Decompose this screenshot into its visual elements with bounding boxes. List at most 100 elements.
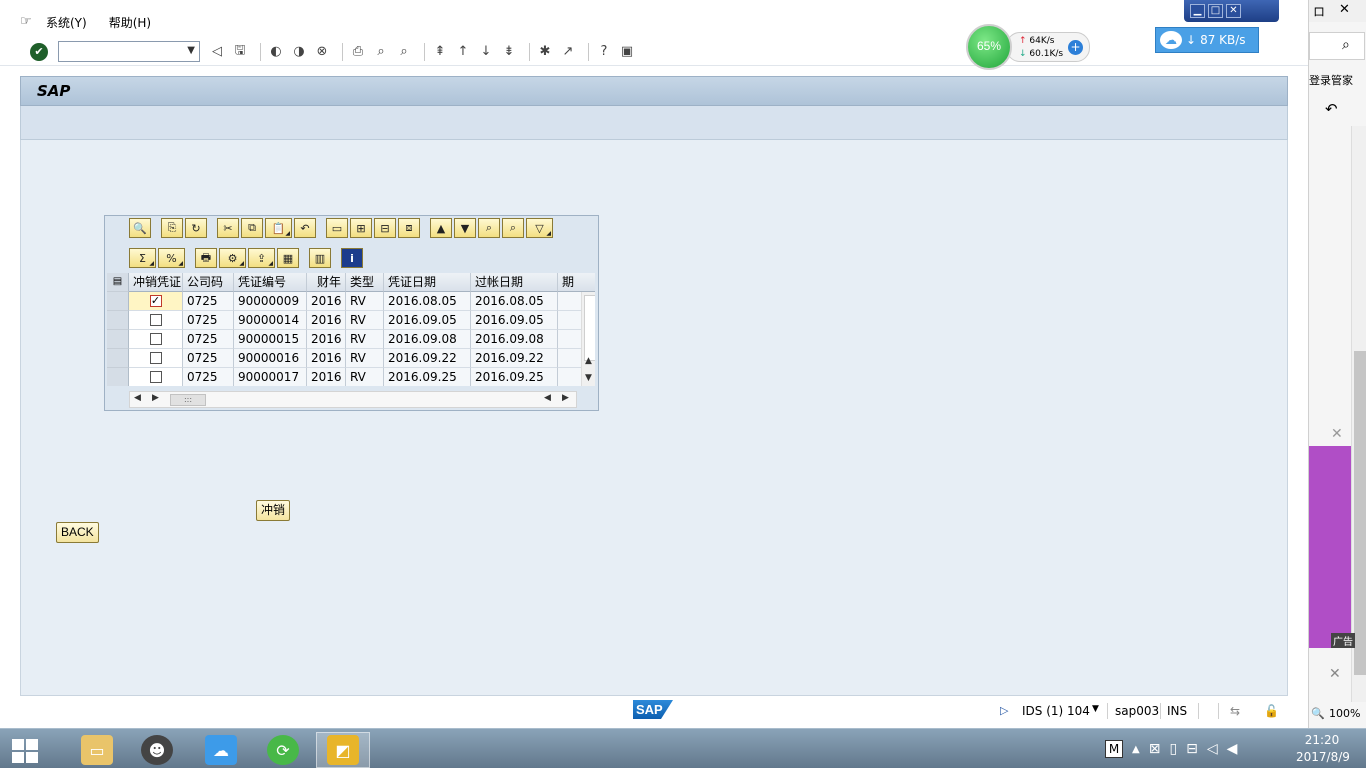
column-header[interactable]: 期 bbox=[558, 273, 595, 292]
row-selector[interactable] bbox=[107, 311, 129, 330]
taskbar-app-refresh[interactable]: ⟳ bbox=[256, 732, 310, 768]
scroll-right-icon[interactable]: ▶ bbox=[152, 393, 159, 403]
taskbar-app-file-explorer[interactable]: ▭ bbox=[70, 732, 124, 768]
refresh-icon[interactable]: ↻ bbox=[185, 218, 207, 238]
reverse-checkbox-cell[interactable]: ✓ bbox=[129, 292, 183, 311]
column-header[interactable]: 凭证日期 bbox=[384, 273, 471, 292]
table-row[interactable]: 0725 90000016 2016 RV 2016.09.22 2016.09.22 bbox=[107, 349, 595, 368]
menu-item-system[interactable]: 系统(Y) bbox=[46, 14, 87, 31]
views-icon[interactable]: ⚙ bbox=[219, 248, 246, 268]
zoom-icon[interactable]: 🔍 bbox=[1311, 707, 1325, 720]
search-icon[interactable]: ⌕ bbox=[1342, 37, 1350, 53]
device-icon[interactable]: ▯ bbox=[1169, 741, 1177, 757]
undo-icon[interactable]: ↶ bbox=[294, 218, 316, 238]
scroll-left-icon[interactable]: ◀ bbox=[134, 393, 141, 403]
new-row-icon[interactable]: ▭ bbox=[326, 218, 348, 238]
ime-indicator[interactable]: M bbox=[1105, 740, 1123, 758]
table-row[interactable]: 0725 90000015 2016 RV 2016.09.08 2016.09.08 bbox=[107, 330, 595, 349]
subtotal-icon[interactable]: % bbox=[158, 248, 185, 268]
column-header[interactable]: 凭证编号 bbox=[234, 273, 307, 292]
previous-page-icon[interactable]: ↑ bbox=[454, 43, 472, 61]
close-icon[interactable]: ✕ bbox=[1329, 666, 1341, 682]
taskbar-app-photo[interactable]: ☻ bbox=[130, 732, 184, 768]
reverse-checkbox[interactable] bbox=[149, 333, 162, 345]
reverse-checkbox[interactable] bbox=[149, 371, 162, 383]
reverse-checkbox-cell[interactable] bbox=[129, 330, 183, 349]
row-selector[interactable] bbox=[107, 349, 129, 368]
start-button[interactable] bbox=[10, 737, 40, 763]
taskbar-app-baidu-cloud[interactable]: ☁ bbox=[194, 732, 248, 768]
column-header[interactable]: 公司码 bbox=[183, 273, 234, 292]
back-button[interactable]: BACK bbox=[56, 522, 99, 543]
password-manager-link[interactable]: 登录管家 bbox=[1309, 72, 1353, 88]
delete-row-icon[interactable]: ⊟ bbox=[374, 218, 396, 238]
insert-row-icon[interactable]: ⊞ bbox=[350, 218, 372, 238]
menu-icon[interactable]: ☞ bbox=[20, 15, 36, 29]
network-error-icon[interactable]: ⊠ bbox=[1149, 741, 1161, 757]
filter-icon[interactable]: ▽ bbox=[526, 218, 553, 238]
reverse-checkbox-cell[interactable] bbox=[129, 368, 183, 386]
scrollbar-thumb[interactable] bbox=[584, 295, 595, 361]
next-page-icon[interactable]: ↓ bbox=[477, 43, 495, 61]
sort-ascending-icon[interactable]: ▲ bbox=[430, 218, 452, 238]
paste-icon[interactable]: 📋 bbox=[265, 218, 292, 238]
vertical-scrollbar[interactable]: ▲ ▼ bbox=[581, 292, 595, 386]
taskbar-app-sap[interactable]: ◩ bbox=[316, 732, 370, 768]
back-icon[interactable]: ◐ bbox=[267, 43, 285, 61]
sum-icon[interactable]: Σ bbox=[129, 248, 156, 268]
plus-icon[interactable]: + bbox=[1068, 40, 1083, 55]
enter-check-icon[interactable]: ✔ bbox=[30, 42, 48, 61]
graphic-icon[interactable]: ▥ bbox=[309, 248, 331, 268]
collapse-left-icon[interactable]: ◁ bbox=[208, 43, 226, 61]
cut-icon[interactable]: ✂ bbox=[217, 218, 239, 238]
table-row[interactable]: 0725 90000017 2016 RV 2016.09.25 2016.09.25 bbox=[107, 368, 595, 386]
reverse-button[interactable]: 冲销 bbox=[256, 500, 291, 521]
copy-icon[interactable]: ⧉ bbox=[241, 218, 263, 238]
info-icon[interactable]: i bbox=[341, 248, 363, 268]
scroll-up-icon[interactable]: ▲ bbox=[585, 356, 592, 366]
reverse-checkbox[interactable] bbox=[149, 314, 162, 326]
volume-icon[interactable]: ◀ bbox=[1227, 741, 1238, 757]
export-icon[interactable]: ⇪ bbox=[248, 248, 275, 268]
table-row[interactable]: 0725 90000014 2016 RV 2016.09.05 2016.09.05 bbox=[107, 311, 595, 330]
row-selector[interactable] bbox=[107, 292, 129, 311]
reverse-checkbox[interactable] bbox=[149, 352, 162, 364]
reverse-checkbox[interactable]: ✓ bbox=[149, 295, 162, 307]
scrollbar-thumb[interactable] bbox=[1354, 351, 1366, 675]
create-session-icon[interactable]: ✱ bbox=[536, 43, 554, 61]
download-widget[interactable]: ☁ ↓ 87 KB/s bbox=[1155, 27, 1259, 53]
find-icon[interactable]: ⌕ bbox=[478, 218, 500, 238]
undo-icon[interactable]: ↶ bbox=[1325, 100, 1338, 118]
layout-icon[interactable]: ▦ bbox=[277, 248, 299, 268]
table-row[interactable]: ✓ 0725 90000009 2016 RV 2016.08.05 2016.08.05 bbox=[107, 292, 595, 311]
column-header[interactable]: 财年 bbox=[307, 273, 346, 292]
browser-scrollbar[interactable] bbox=[1351, 126, 1366, 702]
show-hidden-icons-icon[interactable]: ▲ bbox=[1132, 744, 1140, 755]
row-selector[interactable] bbox=[107, 368, 129, 386]
chevron-down-icon[interactable]: ▼ bbox=[187, 45, 195, 56]
last-page-icon[interactable]: ⇟ bbox=[500, 43, 518, 61]
clock[interactable]: 21:20 2017/8/9 bbox=[1296, 732, 1350, 766]
reverse-checkbox-cell[interactable] bbox=[129, 311, 183, 330]
scroll-right-icon[interactable]: ▶ bbox=[562, 393, 569, 403]
close-icon[interactable]: ✕ bbox=[1339, 2, 1350, 17]
find-next-icon[interactable]: ⌕ bbox=[502, 218, 524, 238]
maximize-icon[interactable]: □ bbox=[1208, 4, 1223, 18]
shortcut-icon[interactable]: ↗ bbox=[559, 43, 577, 61]
cancel-icon[interactable]: ⊗ bbox=[313, 43, 331, 61]
network-speed-widget[interactable]: ↑ 64K/s ↓ 60.1K/s + 65% bbox=[966, 24, 1092, 70]
find-next-icon[interactable]: ⌕ bbox=[395, 43, 413, 61]
close-ad-icon[interactable]: ✕ bbox=[1331, 426, 1343, 442]
sort-descending-icon[interactable]: ▼ bbox=[454, 218, 476, 238]
layout-menu-icon[interactable]: ▣ bbox=[618, 43, 636, 61]
find-icon[interactable]: ⌕ bbox=[372, 43, 390, 61]
column-header[interactable]: 类型 bbox=[346, 273, 384, 292]
help-icon[interactable]: ? bbox=[595, 43, 613, 61]
check-icon[interactable]: ⎘ bbox=[161, 218, 183, 238]
column-header[interactable]: 过帐日期 bbox=[471, 273, 558, 292]
command-field[interactable]: ▼ bbox=[58, 41, 200, 62]
print-icon[interactable]: 🖶 bbox=[195, 248, 217, 268]
close-icon[interactable]: ✕ bbox=[1226, 4, 1241, 18]
save-icon[interactable]: 🖫 bbox=[231, 43, 249, 61]
zoom-level[interactable]: 100% bbox=[1329, 707, 1360, 720]
